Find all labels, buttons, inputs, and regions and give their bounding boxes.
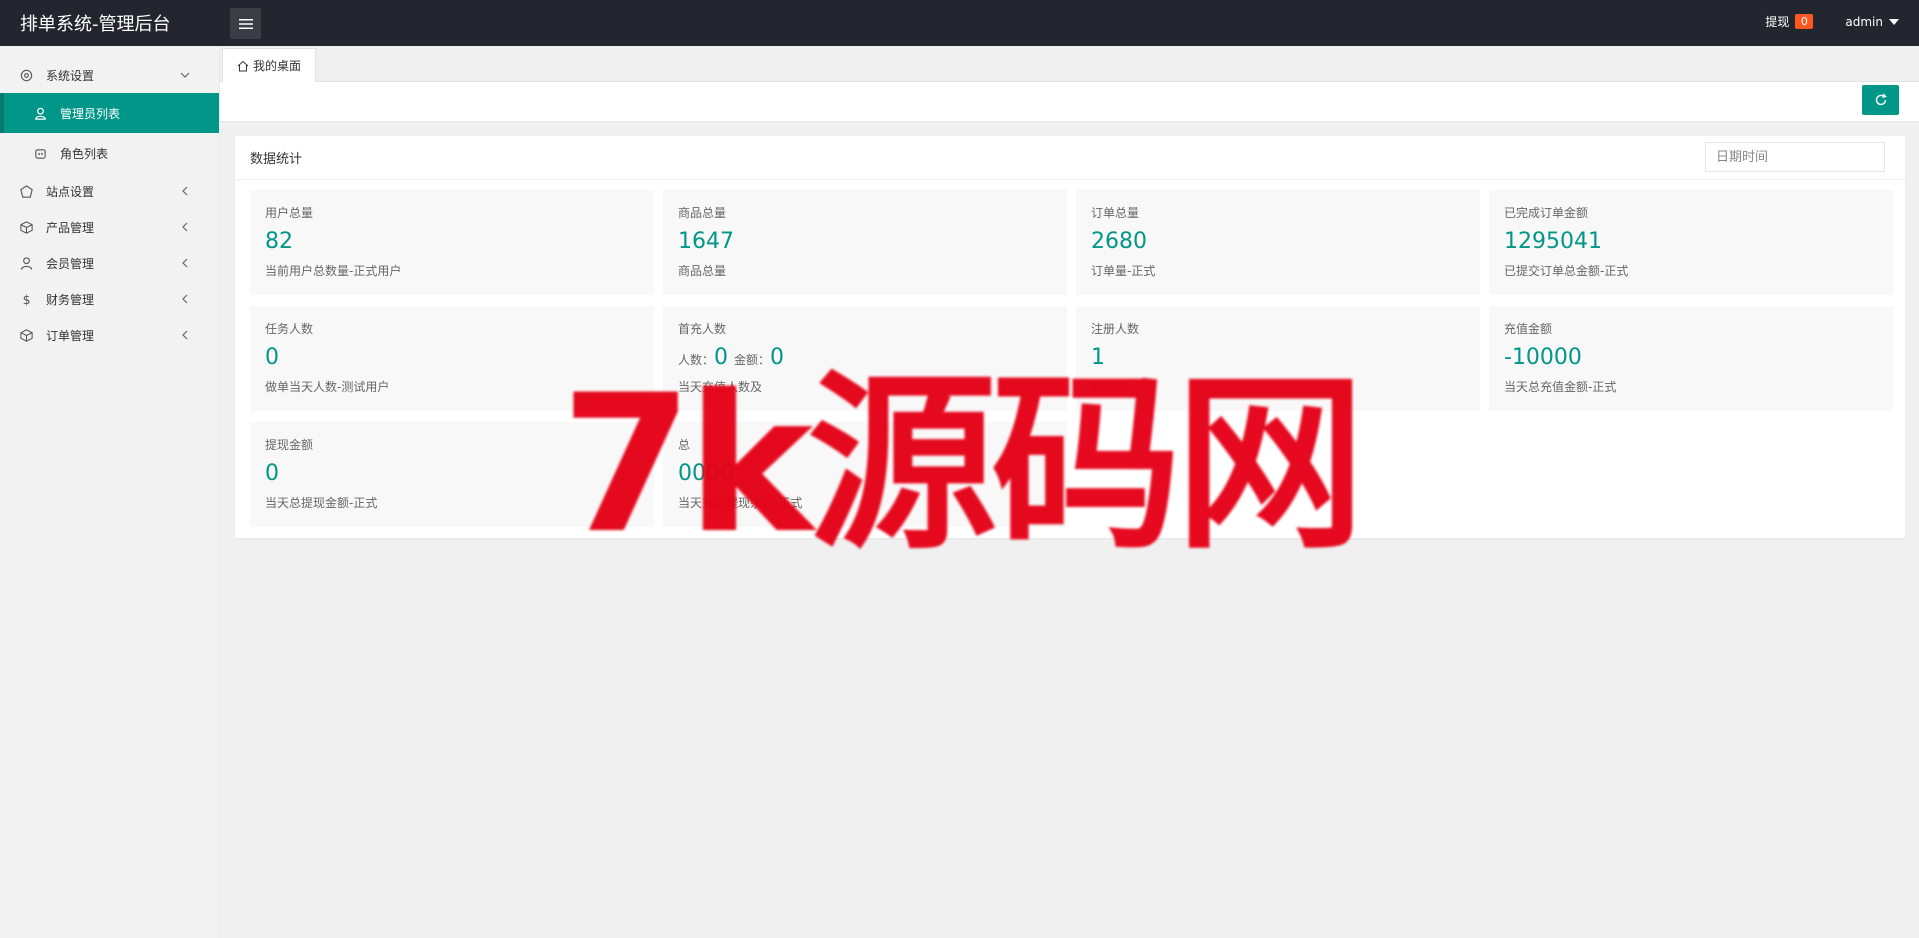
stat-register-count: 注册人数 1 式用户 [1076, 306, 1480, 411]
stat-desc: 已提交订单总金额-正式 [1504, 264, 1629, 278]
sidebar-item-label: 产品管理 [46, 220, 95, 235]
app-title: 排单系统-管理后台 [20, 14, 171, 35]
stat-desc: 做单当天人数-测试用户 [265, 380, 390, 394]
sidebar-item-product-management[interactable]: 产品管理 [0, 209, 219, 245]
user-icon [18, 255, 34, 271]
stat-desc: 当天充值人数及 [678, 380, 763, 394]
stat-first-recharge: 首充人数 人数： 0 金额： 0 当天充值人数及 [663, 306, 1067, 411]
stat-value: 0000 [678, 461, 734, 486]
amount-label: 金额： [734, 353, 771, 367]
sidebar-item-label: 站点设置 [46, 184, 95, 199]
sidebar-item-role-list[interactable]: 角色列表 [0, 133, 219, 173]
withdraw-label: 提现 [1765, 15, 1790, 29]
chevron-left-icon [182, 294, 188, 304]
sidebar-item-finance-management[interactable]: $ 财务管理 [0, 281, 219, 317]
stat-label: 注册人数 [1091, 322, 1140, 336]
tab-my-desktop[interactable]: 我的桌面 [222, 48, 316, 82]
stat-value: 0 [265, 345, 279, 370]
stat-desc: 当天总提现金额-正式 [265, 496, 378, 510]
stat-desc: 式用户 [1091, 380, 1128, 394]
stat-withdraw-amount: 提现金额 0 当天总提现金额-正式 [250, 422, 654, 527]
user-name: admin [1845, 14, 1883, 29]
hamburger-icon [238, 18, 253, 29]
refresh-icon [1875, 93, 1887, 106]
stat-label: 任务人数 [265, 322, 314, 336]
sidebar-item-label: 会员管理 [46, 256, 95, 271]
stat-label: 首充人数 [678, 322, 727, 336]
menu-toggle-button[interactable] [230, 8, 261, 39]
count-value: 0 [714, 345, 729, 370]
sidebar-item-label: 系统设置 [46, 68, 95, 83]
stat-value: 1295041 [1504, 229, 1602, 254]
dollar-icon: $ [18, 291, 34, 307]
stat-label: 订单总量 [1091, 206, 1140, 220]
stat-desc: 当天总充值金额-正式 [1504, 380, 1617, 394]
stat-desc: 订单量-正式 [1091, 264, 1156, 278]
stat-desc: 商品总量 [678, 264, 727, 278]
stat-value: 1 [1091, 345, 1105, 370]
user-menu[interactable]: admin [1845, 15, 1899, 29]
stat-value: 1647 [678, 229, 734, 254]
withdraw-link[interactable]: 提现 0 [1765, 13, 1814, 30]
sidebar-item-label: 订单管理 [46, 328, 95, 343]
stat-label: 已完成订单金额 [1504, 206, 1589, 220]
stat-value: 人数： 0 金额： 0 [678, 344, 1052, 372]
stat-balance-total: 总 0000 当天充值提现余额-正式 [663, 422, 1067, 527]
stat-label: 用户总量 [265, 206, 314, 220]
card-header: 数据统计 [235, 136, 1905, 180]
sidebar-item-admin-list[interactable]: 管理员列表 [0, 93, 219, 133]
stat-label: 充值金额 [1504, 322, 1553, 336]
stat-user-total: 用户总量 82 当前用户总数量-正式用户 [250, 190, 654, 295]
withdraw-count-badge: 0 [1795, 14, 1814, 29]
sidebar: 系统设置 管理员列表 角色列表 站点设置 产品管理 会员管理 $ 财务管理 订单… [0, 46, 220, 938]
order-box-icon [18, 327, 34, 343]
card-title: 数据统计 [250, 152, 303, 167]
sidebar-item-system-settings[interactable]: 系统设置 [0, 57, 219, 93]
role-icon [32, 145, 48, 161]
site-icon [18, 183, 34, 199]
sidebar-item-label: 角色列表 [60, 146, 109, 161]
stat-product-total: 商品总量 1647 商品总量 [663, 190, 1067, 295]
stats-card: 数据统计 用户总量 82 当前用户总数量-正式用户 商品总量 1647 商品总量… [235, 136, 1905, 538]
sidebar-item-order-management[interactable]: 订单管理 [0, 317, 219, 353]
toolbar [220, 82, 1919, 122]
stat-value: -10000 [1504, 345, 1582, 370]
sidebar-item-label: 财务管理 [46, 292, 95, 307]
amount-value: 0 [770, 345, 785, 370]
stat-order-total: 订单总量 2680 订单量-正式 [1076, 190, 1480, 295]
stat-label: 提现金额 [265, 438, 314, 452]
sidebar-item-member-management[interactable]: 会员管理 [0, 245, 219, 281]
stat-desc: 当前用户总数量-正式用户 [265, 264, 402, 278]
refresh-button[interactable] [1862, 85, 1899, 115]
chevron-left-icon [182, 330, 188, 340]
stat-recharge-amount: 充值金额 -10000 当天总充值金额-正式 [1489, 306, 1893, 411]
home-icon [237, 60, 249, 71]
stat-label: 总 [678, 438, 691, 452]
count-label: 人数： [678, 353, 715, 367]
chevron-left-icon [182, 186, 188, 196]
tab-bar: 我的桌面 [220, 46, 1919, 82]
chevron-down-icon [180, 72, 190, 78]
stat-desc: 当天充值提现余额-正式 [678, 496, 803, 510]
sidebar-item-label: 管理员列表 [60, 106, 121, 121]
gear-icon [18, 67, 34, 83]
date-time-input[interactable] [1705, 142, 1885, 172]
top-bar: 排单系统-管理后台 提现 0 admin [0, 0, 1919, 46]
stat-label: 商品总量 [678, 206, 727, 220]
svg-text:$: $ [22, 293, 30, 307]
stat-value: 82 [265, 229, 293, 254]
sidebar-item-site-settings[interactable]: 站点设置 [0, 173, 219, 209]
chevron-left-icon [182, 258, 188, 268]
caret-down-icon [1889, 18, 1899, 25]
stat-value: 0 [265, 461, 279, 486]
stat-task-count: 任务人数 0 做单当天人数-测试用户 [250, 306, 654, 411]
stat-completed-order-amount: 已完成订单金额 1295041 已提交订单总金额-正式 [1489, 190, 1893, 295]
chevron-left-icon [182, 222, 188, 232]
stat-value: 2680 [1091, 229, 1147, 254]
admin-user-icon [32, 105, 48, 121]
box-icon [18, 219, 34, 235]
tab-label: 我的桌面 [253, 59, 302, 73]
